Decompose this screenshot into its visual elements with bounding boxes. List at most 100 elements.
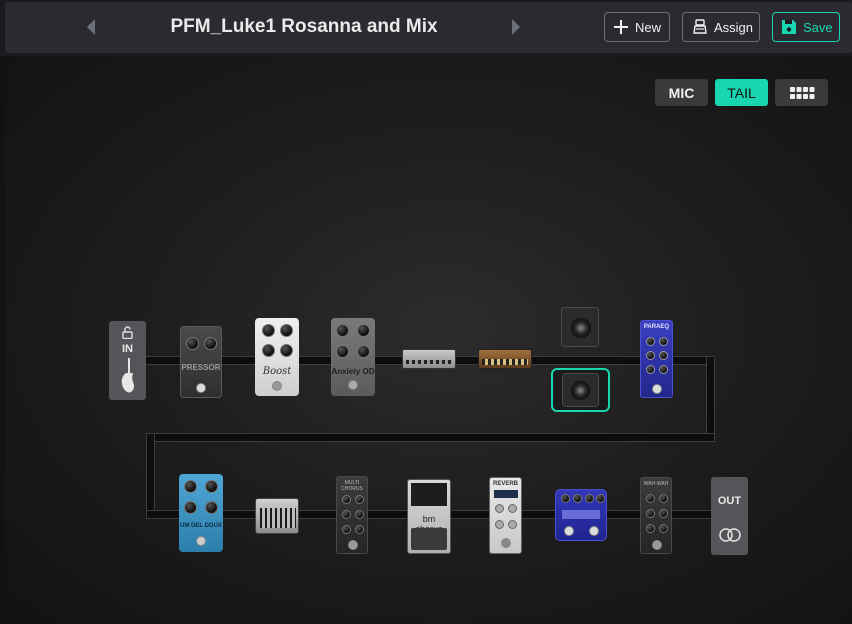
wah-footswitch [652,540,662,550]
reverb-pedal[interactable]: REVERB [489,477,522,554]
parametric-knob-6 [659,365,668,374]
parametric-knob-4 [659,351,668,360]
wah-knob-1 [646,494,655,503]
parametric-knob-2 [659,337,668,346]
wah-knob-2 [659,494,668,503]
new-button[interactable]: New [604,12,670,42]
preset-title: PFM_Luke1 Rosanna and Mix [170,16,438,37]
wah-label: WAH-WAH [643,481,669,487]
multi-chorus-pedal[interactable]: MULTI CHORUS [336,476,368,554]
reverb-knob-3 [495,520,504,529]
save-button[interactable]: Save [772,12,840,42]
plus-icon [614,20,628,34]
reverb-knob-1 [495,504,504,513]
multi-chorus-knob-1 [342,495,351,504]
boost-label: Boost [262,366,292,377]
amp-head-silver-controls [406,360,452,364]
boost-knob-2 [280,324,293,337]
overdrive-pedal[interactable]: Anxiety OD [331,318,375,396]
cabinet-selected[interactable] [551,368,610,412]
multi-chorus-knob-6 [355,525,364,534]
tail-view-button[interactable]: TAIL [715,79,768,106]
cable-left-turn [146,433,155,518]
delay-footswitch [196,536,206,546]
reverb-footswitch [501,538,511,548]
compressor-knob-left [186,337,199,350]
input-label: IN [122,343,133,355]
parametric-eq-label: PARAEQ [643,324,670,330]
boost-knob-1 [262,324,275,337]
output-block[interactable]: OUT [711,477,748,555]
wah-knob-6 [659,524,668,533]
reverb-knob-4 [508,520,517,529]
amp-head-wood[interactable] [478,349,532,369]
compressor-knob-right [204,337,217,350]
modulation-footswitch-right [589,526,599,536]
new-button-label: New [635,19,662,35]
multi-chorus-knob-3 [342,510,351,519]
parametric-eq-pedal[interactable]: PARAEQ [640,320,673,398]
output-label: OUT [717,495,742,507]
save-button-label: Save [803,19,833,35]
delay-knob-1 [184,480,197,493]
chorus-pedal[interactable]: bm chorus [407,479,451,554]
wah-pedal[interactable]: WAH-WAH [640,477,672,554]
reverb-label: REVERB [492,481,518,487]
multi-chorus-knob-5 [342,525,351,534]
graphic-eq-sliders [260,508,296,528]
delay-knob-3 [184,501,197,514]
guitar-icon [121,358,135,393]
wah-knob-4 [659,509,668,518]
modulation-footswitch-left [564,526,574,536]
boost-pedal[interactable]: Boost [255,318,299,396]
cabinet-selected-box [562,373,599,407]
speaker-icon [571,318,591,338]
overdrive-footswitch [348,380,358,390]
speaker-icon [571,381,590,400]
delay-knob-4 [205,501,218,514]
delay-label: UM DEL DOUX [180,523,222,529]
graphic-eq[interactable] [255,498,299,534]
save-disk-icon [782,20,796,34]
parametric-footswitch [652,384,662,394]
grid-icon [789,86,814,99]
boost-knob-4 [280,344,293,357]
compressor-pedal[interactable]: PRESSOR [180,326,222,398]
multi-chorus-label: MULTI CHORUS [341,480,363,492]
overdrive-knob-1 [336,324,349,337]
grid-view-button[interactable] [775,79,828,106]
modulation-pedal[interactable] [555,489,607,541]
boost-knob-3 [262,344,275,357]
modulation-knob-3 [585,494,594,503]
modulation-knob-2 [573,494,582,503]
parametric-knob-1 [646,337,655,346]
wah-knob-5 [646,524,655,533]
assign-button[interactable]: Assign [682,12,760,42]
boost-footswitch [272,381,282,391]
chorus-footplate [411,528,447,550]
overdrive-knob-2 [357,324,370,337]
amp-head-wood-controls [482,359,528,365]
delay-knob-2 [205,480,218,493]
next-preset-arrow-icon[interactable] [512,19,520,35]
modulation-display [562,510,600,519]
delay-pedal[interactable]: UM DEL DOUX [179,474,223,552]
stereo-output-icon [719,528,741,542]
modulation-knob-1 [561,494,570,503]
cabinet-top[interactable] [561,307,599,347]
previous-preset-arrow-icon[interactable] [87,19,95,35]
multi-chorus-knob-2 [355,495,364,504]
compressor-footswitch [196,383,206,393]
mic-view-button[interactable]: MIC [655,79,708,106]
amp-head-silver[interactable] [402,349,456,369]
cable-return [146,433,715,442]
parametric-knob-3 [646,351,655,360]
cable-right-turn [706,356,715,440]
chorus-control-panel [411,483,447,506]
modulation-knob-4 [596,494,605,503]
wah-knob-3 [646,509,655,518]
reverb-display [494,490,518,498]
input-block[interactable]: IN [109,321,146,400]
overdrive-label: Anxiety OD [331,367,375,376]
overdrive-knob-3 [336,345,349,358]
